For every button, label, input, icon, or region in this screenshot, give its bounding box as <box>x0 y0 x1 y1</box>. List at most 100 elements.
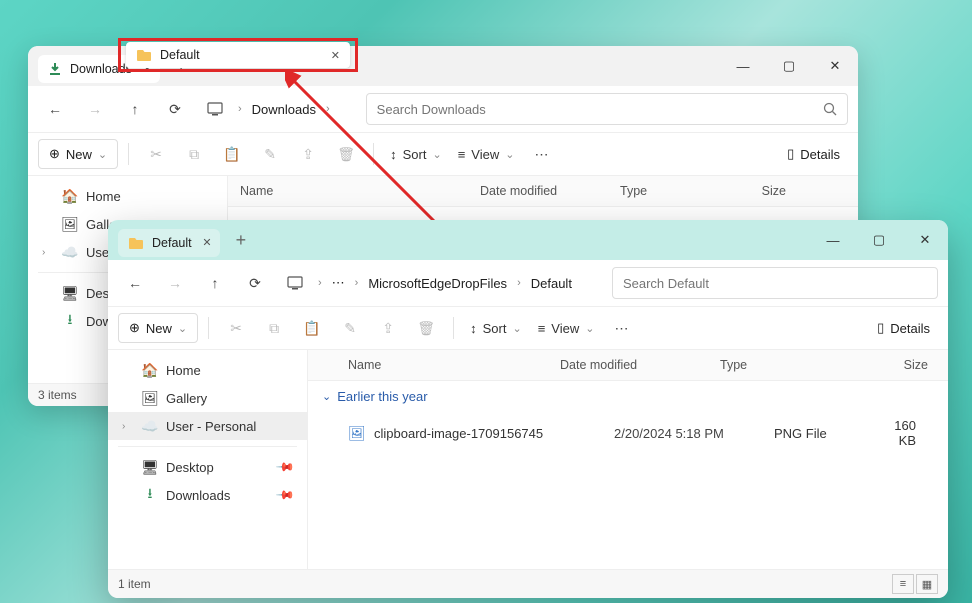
back-button[interactable]: ← <box>118 266 152 300</box>
gallery-icon: 🖼 <box>62 216 78 232</box>
forward-button[interactable]: → <box>78 92 112 126</box>
cut-button[interactable]: ✂ <box>219 311 253 345</box>
new-tab-button[interactable]: + <box>220 230 263 251</box>
chevron-down-icon: ⌄ <box>178 322 187 335</box>
view-button[interactable]: ≡ View ⌄ <box>452 139 521 169</box>
minimize-button[interactable]: — <box>720 46 766 86</box>
col-size[interactable]: Size <box>718 176 798 206</box>
search-box[interactable] <box>612 267 938 299</box>
up-button[interactable]: ↑ <box>198 266 232 300</box>
close-icon[interactable]: ✕ <box>202 236 211 249</box>
breadcrumb-segment[interactable]: Default <box>527 276 576 291</box>
more-button[interactable]: ⋯ <box>524 137 558 171</box>
sort-label: Sort <box>483 321 507 336</box>
pin-icon[interactable]: 📌 <box>275 485 295 505</box>
sort-button[interactable]: ↕ Sort ⌄ <box>464 313 528 343</box>
chevron-right-icon: › <box>517 277 521 289</box>
nav-label: Home <box>86 189 121 204</box>
group-header[interactable]: ⌄ Earlier this year <box>308 381 948 412</box>
this-pc-icon[interactable] <box>198 92 232 126</box>
toolbar: ⊕ New ⌄ ✂ ⧉ 📋 ✎ ⇪ 🗑 ↕ Sort ⌄ ≡ View ⌄ ⋯ … <box>108 307 948 350</box>
details-view-button[interactable]: ≡ <box>892 574 914 594</box>
nav-onedrive[interactable]: › ☁️ User - Personal <box>108 412 307 440</box>
chevron-right-icon: › <box>326 103 330 115</box>
overflow-icon[interactable]: ⋯ <box>328 275 349 291</box>
chevron-right-icon[interactable]: › <box>42 247 52 258</box>
col-name[interactable]: Name <box>228 176 468 206</box>
delete-button[interactable]: 🗑 <box>409 311 443 345</box>
toolbar: ⊕ New ⌄ ✂ ⧉ 📋 ✎ ⇪ 🗑 ↕ Sort ⌄ ≡ View ⌄ ⋯ … <box>28 133 858 176</box>
content-area: 🏠 Home 🖼 Gallery › ☁️ User - Personal 🖥 … <box>108 350 948 569</box>
col-date[interactable]: Date modified <box>468 176 608 206</box>
chevron-down-icon: ⌄ <box>585 322 594 335</box>
nav-home[interactable]: 🏠 Home <box>28 182 227 210</box>
separator <box>453 317 454 339</box>
share-button[interactable]: ⇪ <box>371 311 405 345</box>
nav-desktop[interactable]: 🖥 Desktop 📌 <box>108 453 307 481</box>
file-row[interactable]: 🖼 clipboard-image-1709156745 2/20/2024 5… <box>308 412 948 454</box>
this-pc-icon[interactable] <box>278 266 312 300</box>
desktop-icon: 🖥 <box>142 459 158 475</box>
cloud-icon: ☁️ <box>142 418 158 434</box>
navigation-pane: 🏠 Home 🖼 Gallery › ☁️ User - Personal 🖥 … <box>108 350 308 569</box>
nav-downloads[interactable]: ⭳ Downloads 📌 <box>108 481 307 509</box>
more-button[interactable]: ⋯ <box>604 311 638 345</box>
refresh-button[interactable]: ⟳ <box>238 266 272 300</box>
cut-button[interactable]: ✂ <box>139 137 173 171</box>
breadcrumb-segment[interactable]: MicrosoftEdgeDropFiles <box>364 276 511 291</box>
paste-button[interactable]: 📋 <box>215 137 249 171</box>
view-mode-switch: ≡ ▦ <box>892 574 938 594</box>
breadcrumb-segment[interactable]: Downloads <box>248 102 320 117</box>
tab-default[interactable]: Default ✕ <box>118 229 220 257</box>
gallery-icon: 🖼 <box>142 390 158 406</box>
nav-gallery[interactable]: 🖼 Gallery <box>108 384 307 412</box>
rename-button[interactable]: ✎ <box>333 311 367 345</box>
search-input[interactable] <box>377 102 817 117</box>
details-icon: ▯ <box>877 320 884 336</box>
copy-button[interactable]: ⧉ <box>257 311 291 345</box>
window-controls: — ▢ ✕ <box>720 46 858 86</box>
new-button[interactable]: ⊕ New ⌄ <box>118 313 198 343</box>
maximize-button[interactable]: ▢ <box>766 46 812 86</box>
rename-button[interactable]: ✎ <box>253 137 287 171</box>
chevron-right-icon[interactable]: › <box>122 421 132 432</box>
col-type[interactable]: Type <box>708 350 818 380</box>
tiles-view-button[interactable]: ▦ <box>916 574 938 594</box>
col-date[interactable]: Date modified <box>548 350 708 380</box>
maximize-button[interactable]: ▢ <box>856 220 902 260</box>
forward-button[interactable]: → <box>158 266 192 300</box>
close-button[interactable]: ✕ <box>812 46 858 86</box>
folder-icon <box>136 48 152 62</box>
copy-button[interactable]: ⧉ <box>177 137 211 171</box>
titlebar: Default ✕ + — ▢ ✕ <box>108 220 948 260</box>
search-box[interactable] <box>366 93 848 125</box>
details-pane-button[interactable]: ▯ Details <box>779 146 848 162</box>
delete-button[interactable]: 🗑 <box>329 137 363 171</box>
back-button[interactable]: ← <box>38 92 72 126</box>
nav-label: Desktop <box>166 460 214 475</box>
minimize-button[interactable]: — <box>810 220 856 260</box>
close-button[interactable]: ✕ <box>902 220 948 260</box>
new-label: New <box>66 147 92 162</box>
new-button[interactable]: ⊕ New ⌄ <box>38 139 118 169</box>
home-icon: 🏠 <box>142 362 158 378</box>
col-name[interactable]: Name <box>308 350 548 380</box>
share-button[interactable]: ⇪ <box>291 137 325 171</box>
sort-label: Sort <box>403 147 427 162</box>
download-icon <box>48 62 62 76</box>
nav-home[interactable]: 🏠 Home <box>108 356 307 384</box>
sort-button[interactable]: ↕ Sort ⌄ <box>384 139 448 169</box>
search-icon[interactable] <box>823 102 837 116</box>
search-input[interactable] <box>623 276 927 291</box>
up-button[interactable]: ↑ <box>118 92 152 126</box>
view-button[interactable]: ≡ View ⌄ <box>532 313 601 343</box>
column-headers: Name Date modified Type Size <box>228 176 858 207</box>
pin-icon[interactable]: 📌 <box>275 457 295 477</box>
tab-label: Default <box>152 236 192 250</box>
details-pane-button[interactable]: ▯ Details <box>869 320 938 336</box>
chevron-right-icon: › <box>238 103 242 115</box>
refresh-button[interactable]: ⟳ <box>158 92 192 126</box>
col-size[interactable]: Size <box>818 350 948 380</box>
col-type[interactable]: Type <box>608 176 718 206</box>
paste-button[interactable]: 📋 <box>295 311 329 345</box>
